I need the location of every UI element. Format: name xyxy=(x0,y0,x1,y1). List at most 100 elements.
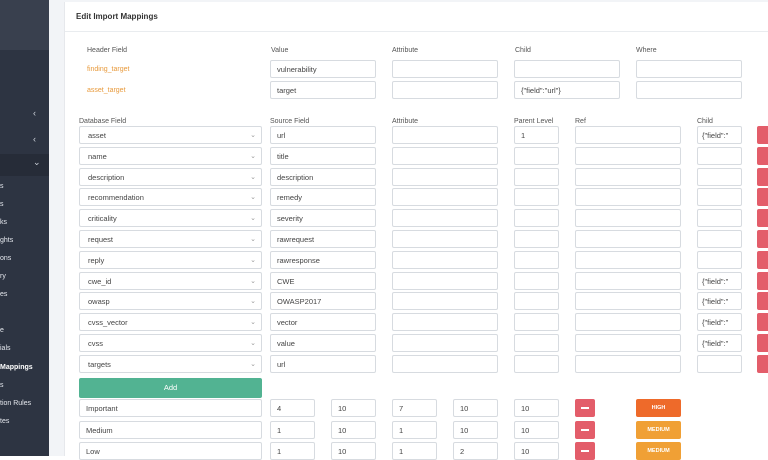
source-field-input[interactable]: value xyxy=(270,334,376,352)
severity-value-input[interactable]: 2 xyxy=(453,442,498,460)
child-input[interactable]: {"field":" xyxy=(697,271,742,290)
header-child-input[interactable]: {"field":"url"} xyxy=(514,81,620,99)
parent-level-input[interactable] xyxy=(514,146,559,165)
add-button[interactable]: Add xyxy=(79,378,262,398)
child-input[interactable] xyxy=(697,230,742,248)
header-attribute-input[interactable] xyxy=(392,81,498,99)
attribute-input[interactable] xyxy=(392,334,498,352)
parent-level-input[interactable] xyxy=(514,334,559,352)
attribute-input[interactable] xyxy=(392,230,498,248)
source-field-input[interactable]: OWASP2017 xyxy=(270,292,376,311)
attribute-input[interactable] xyxy=(392,126,498,144)
severity-value-input[interactable]: 10 xyxy=(453,421,498,439)
sidebar-item[interactable]: ghts xyxy=(0,237,13,244)
header-where-input[interactable] xyxy=(636,81,742,99)
child-input[interactable] xyxy=(697,354,742,373)
remove-row-button[interactable] xyxy=(757,271,768,290)
child-input[interactable]: {"field":" xyxy=(697,292,742,311)
child-input[interactable] xyxy=(697,167,742,186)
database-field-select[interactable]: cvss ⌄ xyxy=(79,334,262,352)
attribute-input[interactable] xyxy=(392,146,498,165)
source-field-input[interactable]: description xyxy=(270,167,376,186)
severity-value-input[interactable]: 1 xyxy=(270,442,315,460)
remove-row-button[interactable] xyxy=(757,313,768,332)
header-value-input[interactable]: target xyxy=(270,81,376,99)
remove-row-button[interactable] xyxy=(757,167,768,186)
remove-row-button[interactable] xyxy=(757,292,768,311)
remove-row-button[interactable] xyxy=(757,188,768,207)
remove-row-button[interactable] xyxy=(757,250,768,269)
source-field-input[interactable]: CWE xyxy=(270,271,376,290)
chevron-left-icon[interactable]: ‹ xyxy=(33,108,36,118)
database-field-select[interactable]: description ⌄ xyxy=(79,167,262,186)
attribute-input[interactable] xyxy=(392,250,498,269)
database-field-select[interactable]: cvss_vector ⌄ xyxy=(79,313,262,332)
severity-value-input[interactable]: 10 xyxy=(514,421,559,439)
ref-input[interactable] xyxy=(575,334,681,352)
database-field-select[interactable]: cwe_id ⌄ xyxy=(79,271,262,290)
parent-level-input[interactable] xyxy=(514,250,559,269)
child-input[interactable]: {"field":" xyxy=(697,313,742,332)
parent-level-input[interactable] xyxy=(514,209,559,228)
source-field-input[interactable]: vector xyxy=(270,313,376,332)
header-child-input[interactable] xyxy=(514,60,620,78)
header-value-input[interactable]: vulnerability xyxy=(270,60,376,78)
sidebar-item[interactable]: tion Rules xyxy=(0,400,31,407)
database-field-select[interactable]: owasp ⌄ xyxy=(79,292,262,311)
attribute-input[interactable] xyxy=(392,354,498,373)
header-where-input[interactable] xyxy=(636,60,742,78)
ref-input[interactable] xyxy=(575,188,681,207)
source-field-input[interactable]: rawresponse xyxy=(270,250,376,269)
source-field-input[interactable]: remedy xyxy=(270,188,376,207)
severity-name-input[interactable]: Medium xyxy=(79,421,262,439)
remove-severity-button[interactable] xyxy=(575,442,595,460)
ref-input[interactable] xyxy=(575,354,681,373)
child-input[interactable] xyxy=(697,146,742,165)
parent-level-input[interactable] xyxy=(514,354,559,373)
remove-row-button[interactable] xyxy=(757,354,768,373)
source-field-input[interactable]: url xyxy=(270,126,376,144)
remove-severity-button[interactable] xyxy=(575,399,595,417)
parent-level-input[interactable] xyxy=(514,188,559,207)
severity-value-input[interactable]: 1 xyxy=(270,421,315,439)
attribute-input[interactable] xyxy=(392,313,498,332)
database-field-select[interactable]: criticality ⌄ xyxy=(79,209,262,228)
sidebar-item[interactable]: ry xyxy=(0,273,6,280)
sidebar-item[interactable]: s xyxy=(0,183,4,190)
severity-value-input[interactable]: 10 xyxy=(331,399,376,417)
attribute-input[interactable] xyxy=(392,167,498,186)
ref-input[interactable] xyxy=(575,167,681,186)
child-input[interactable] xyxy=(697,188,742,207)
ref-input[interactable] xyxy=(575,209,681,228)
sidebar-item[interactable]: tes xyxy=(0,418,9,425)
chevron-down-icon[interactable]: ⌄ xyxy=(33,157,41,168)
severity-value-input[interactable]: 10 xyxy=(453,399,498,417)
parent-level-input[interactable]: 1 xyxy=(514,126,559,144)
child-input[interactable] xyxy=(697,209,742,228)
parent-level-input[interactable] xyxy=(514,230,559,248)
sidebar-item[interactable]: ons xyxy=(0,255,11,262)
ref-input[interactable] xyxy=(575,230,681,248)
attribute-input[interactable] xyxy=(392,292,498,311)
parent-level-input[interactable] xyxy=(514,313,559,332)
severity-value-input[interactable]: 10 xyxy=(514,442,559,460)
chevron-left-icon[interactable]: ‹ xyxy=(33,134,36,144)
source-field-input[interactable]: title xyxy=(270,146,376,165)
child-input[interactable]: {"field":" xyxy=(697,334,742,352)
severity-value-input[interactable]: 4 xyxy=(270,399,315,417)
sidebar-item[interactable]: s xyxy=(0,382,4,389)
ref-input[interactable] xyxy=(575,292,681,311)
database-field-select[interactable]: reply ⌄ xyxy=(79,250,262,269)
sidebar-item-import-mappings[interactable]: Mappings xyxy=(0,364,33,371)
sidebar-item[interactable]: ks xyxy=(0,219,7,226)
sidebar-item[interactable]: es xyxy=(0,291,7,298)
parent-level-input[interactable] xyxy=(514,292,559,311)
remove-row-button[interactable] xyxy=(757,126,768,144)
attribute-input[interactable] xyxy=(392,188,498,207)
child-input[interactable] xyxy=(697,250,742,269)
source-field-input[interactable]: severity xyxy=(270,209,376,228)
header-attribute-input[interactable] xyxy=(392,60,498,78)
sidebar-item[interactable]: s xyxy=(0,201,4,208)
sidebar-item[interactable]: ials xyxy=(0,345,11,352)
severity-name-input[interactable]: Low xyxy=(79,442,262,460)
